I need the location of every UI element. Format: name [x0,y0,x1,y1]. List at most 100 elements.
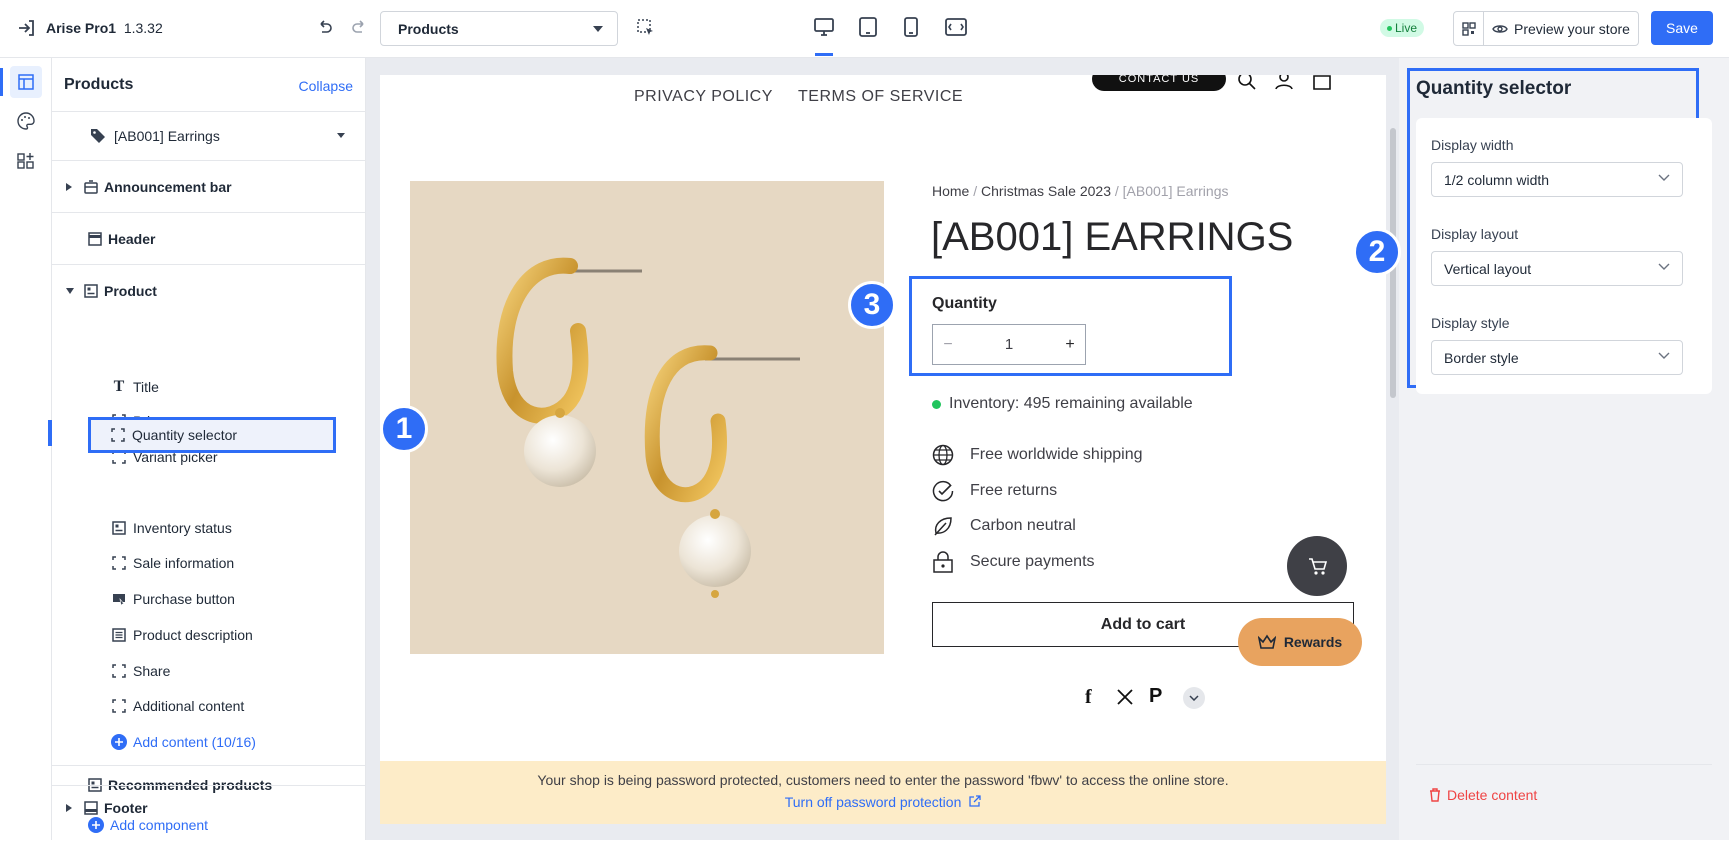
plus-circle-icon [88,817,104,833]
section-footer[interactable]: Footer [66,800,148,816]
apps-icon[interactable] [17,152,35,170]
breadcrumb-home[interactable]: Home [932,183,969,199]
product-select[interactable]: [AB001] Earrings [52,112,366,160]
add-content-button[interactable]: Add content (10/16) [52,724,366,760]
footer-icon [84,801,98,815]
feature-secure-payments: Secure payments [932,551,1095,573]
rewards-button[interactable]: Rewards [1238,618,1362,666]
settings-panel: Quantity selector Display width 1/2 colu… [1399,58,1729,840]
page-select[interactable]: Products [380,11,618,46]
caret-right-icon[interactable] [66,182,72,191]
product-child-purchase-button[interactable]: Purchase button [52,581,366,617]
redo-icon[interactable] [350,19,368,37]
pinterest-icon[interactable]: P [1149,685,1162,708]
section-announcement-bar[interactable]: Announcement bar [52,161,366,212]
rail-sections-button[interactable] [10,66,42,98]
product-child-title[interactable]: T Title [52,369,366,405]
chevron-down-icon [1189,695,1199,701]
nav-privacy-policy[interactable]: PRIVACY POLICY [634,88,773,106]
password-banner: Your shop is being password protected, c… [380,761,1386,824]
exit-icon[interactable] [16,18,36,38]
chevron-down-icon [1658,263,1670,270]
inventory-status: Inventory: 495 remaining available [932,395,1193,413]
floating-cart-button[interactable] [1287,536,1347,596]
left-rail [0,58,52,840]
product-child-share[interactable]: Share [52,653,366,689]
collapse-link[interactable]: Collapse [299,78,353,94]
mobile-icon[interactable] [903,16,919,38]
lock-icon [933,551,953,573]
top-toolbar: Arise Pro1 1.3.32 Products Live Preview … [0,0,1729,58]
settings-card: Display width 1/2 column width Display l… [1416,118,1712,394]
banner-text: Your shop is being password protected, c… [537,772,1229,788]
display-style-select[interactable]: Border style [1431,340,1683,375]
annotation-badge-2: 2 [1353,228,1401,276]
nav-terms-of-service[interactable]: TERMS OF SERVICE [798,88,963,106]
tag-icon [91,129,105,143]
caret-down-icon [337,133,345,138]
block-icon [112,556,126,570]
product-child-inventory-status[interactable]: Inventory status [52,510,366,546]
in-stock-dot [932,399,941,409]
store-preview: CONTACT US PRIVACY POLICY TERMS OF SERVI… [380,75,1386,824]
live-badge: Live [1380,19,1425,37]
divider [52,785,366,786]
product-child-product-description[interactable]: Product description [52,617,366,653]
settings-title: Quantity selector [1416,78,1572,99]
section-header[interactable]: Header [52,213,366,264]
display-style-label: Display style [1431,315,1510,331]
product-title: [AB001] EARRINGS [931,215,1294,259]
quantity-input[interactable]: 1 [963,336,1055,353]
caret-down-icon[interactable] [66,288,74,294]
desktop-icon[interactable] [813,16,835,38]
delete-content-button[interactable]: Delete content [1429,787,1537,803]
external-link-icon [969,795,981,807]
earrings-image [410,181,884,654]
turn-off-password-link[interactable]: Turn off password protection [380,794,1386,810]
display-width-select[interactable]: 1/2 column width [1431,162,1683,197]
undo-icon[interactable] [316,19,334,37]
product-child-quantity-selector[interactable]: Quantity selector [88,417,336,453]
section-product[interactable]: Product [52,265,366,317]
product-icon [112,521,126,535]
fullscreen-icon[interactable] [944,17,968,37]
header-icon [88,231,102,246]
trash-icon [1430,788,1440,802]
save-button[interactable]: Save [1651,11,1713,45]
palette-icon[interactable] [17,112,35,130]
qr-code-icon [1461,21,1476,36]
contact-us-button[interactable]: CONTACT US [1092,75,1226,91]
plus-circle-icon [111,734,127,750]
app-name: Arise Pro1 1.3.32 [46,20,163,36]
breadcrumb-collection[interactable]: Christmas Sale 2023 [981,183,1111,199]
account-icon[interactable] [1274,75,1294,91]
search-icon[interactable] [1237,75,1257,91]
display-layout-select[interactable]: Vertical layout [1431,251,1683,286]
quantity-minus-button[interactable]: − [933,336,963,354]
chevron-down-icon [1658,174,1670,181]
annotation-badge-1: 1 [380,405,428,453]
globe-icon [932,444,954,466]
cart-icon [1309,558,1328,575]
block-icon [112,664,126,678]
active-device-indicator [815,53,833,56]
block-icon [111,428,125,442]
qr-code-button[interactable] [1454,12,1484,45]
annotation-badge-3: 3 [848,281,896,329]
display-width-label: Display width [1431,137,1514,153]
product-child-additional-content[interactable]: Additional content [52,688,366,724]
select-element-icon[interactable] [636,18,656,38]
x-twitter-icon[interactable] [1116,688,1134,706]
caret-right-icon[interactable] [66,804,72,812]
quantity-plus-button[interactable]: + [1055,336,1085,354]
description-icon [112,628,126,642]
crown-icon [1257,634,1276,649]
facebook-icon[interactable]: f [1085,686,1092,709]
preview-store-button[interactable]: Preview your store [1484,12,1638,45]
product-child-sale-information[interactable]: Sale information [52,545,366,581]
tablet-icon[interactable] [858,16,878,38]
breadcrumb-current: [AB001] Earrings [1122,183,1229,199]
chevron-down-icon [1658,352,1670,359]
more-share-button[interactable] [1183,687,1205,709]
cart-icon[interactable] [1312,75,1332,91]
